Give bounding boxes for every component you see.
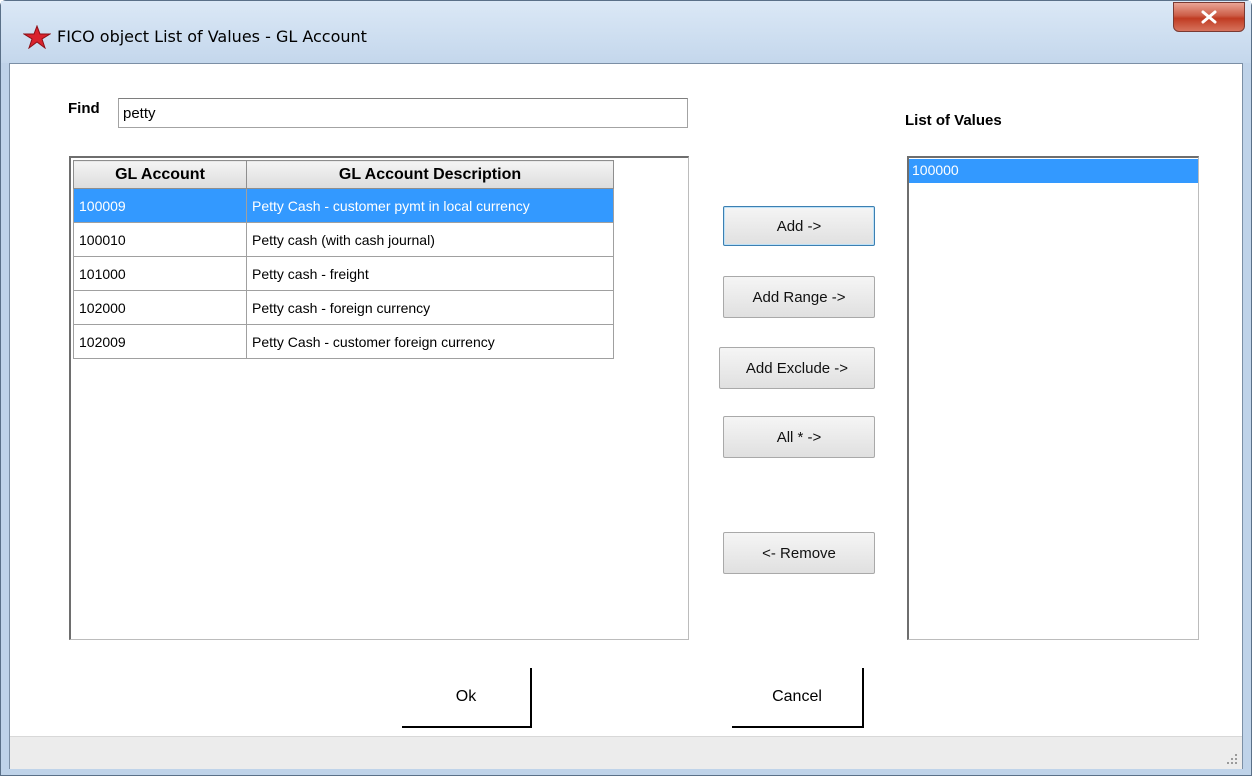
cell-gl-description[interactable]: Petty Cash - customer pymt in local curr… bbox=[246, 188, 614, 223]
table-row[interactable]: 102009 Petty Cash - customer foreign cur… bbox=[73, 324, 614, 359]
add-button[interactable]: Add -> bbox=[723, 206, 875, 246]
dialog-body: Find GL Account GL Account Description 1… bbox=[9, 63, 1243, 769]
cell-gl-account[interactable]: 101000 bbox=[73, 256, 247, 291]
find-input[interactable] bbox=[118, 98, 688, 128]
title-bar[interactable]: FICO object List of Values - GL Account bbox=[1, 1, 1251, 63]
list-item[interactable]: 100000 bbox=[909, 159, 1198, 183]
star-icon bbox=[23, 25, 51, 49]
cell-gl-description[interactable]: Petty cash (with cash journal) bbox=[246, 222, 614, 257]
cell-gl-account[interactable]: 102009 bbox=[73, 324, 247, 359]
add-exclude-button[interactable]: Add Exclude -> bbox=[719, 347, 875, 389]
table-row[interactable]: 102000 Petty cash - foreign currency bbox=[73, 290, 614, 325]
window-title: FICO object List of Values - GL Account bbox=[57, 27, 367, 46]
table-row[interactable]: 100009 Petty Cash - customer pymt in loc… bbox=[73, 188, 614, 223]
list-of-values-label: List of Values bbox=[905, 112, 1002, 129]
results-grid[interactable]: GL Account GL Account Description 100009… bbox=[69, 156, 689, 640]
column-header-gl-account[interactable]: GL Account bbox=[73, 160, 247, 189]
results-table: GL Account GL Account Description 100009… bbox=[73, 160, 614, 359]
ok-button[interactable]: Ok bbox=[402, 668, 532, 728]
list-of-values-box[interactable]: 100000 bbox=[907, 156, 1199, 640]
remove-button[interactable]: <- Remove bbox=[723, 532, 875, 574]
cell-gl-description[interactable]: Petty cash - freight bbox=[246, 256, 614, 291]
resize-grip-icon[interactable] bbox=[1226, 753, 1238, 765]
cell-gl-description[interactable]: Petty Cash - customer foreign currency bbox=[246, 324, 614, 359]
close-icon bbox=[1201, 10, 1217, 24]
table-row[interactable]: 101000 Petty cash - freight bbox=[73, 256, 614, 291]
table-row[interactable]: 100010 Petty cash (with cash journal) bbox=[73, 222, 614, 257]
column-header-gl-account-description[interactable]: GL Account Description bbox=[246, 160, 614, 189]
status-bar bbox=[10, 736, 1242, 769]
dialog-window: FICO object List of Values - GL Account … bbox=[0, 0, 1252, 776]
cell-gl-account[interactable]: 102000 bbox=[73, 290, 247, 325]
add-all-button[interactable]: All * -> bbox=[723, 416, 875, 458]
add-range-button[interactable]: Add Range -> bbox=[723, 276, 875, 318]
cell-gl-account[interactable]: 100010 bbox=[73, 222, 247, 257]
cell-gl-account[interactable]: 100009 bbox=[73, 188, 247, 223]
cancel-button[interactable]: Cancel bbox=[732, 668, 864, 728]
cell-gl-description[interactable]: Petty cash - foreign currency bbox=[246, 290, 614, 325]
find-label: Find bbox=[68, 100, 100, 117]
close-button[interactable] bbox=[1173, 2, 1245, 32]
